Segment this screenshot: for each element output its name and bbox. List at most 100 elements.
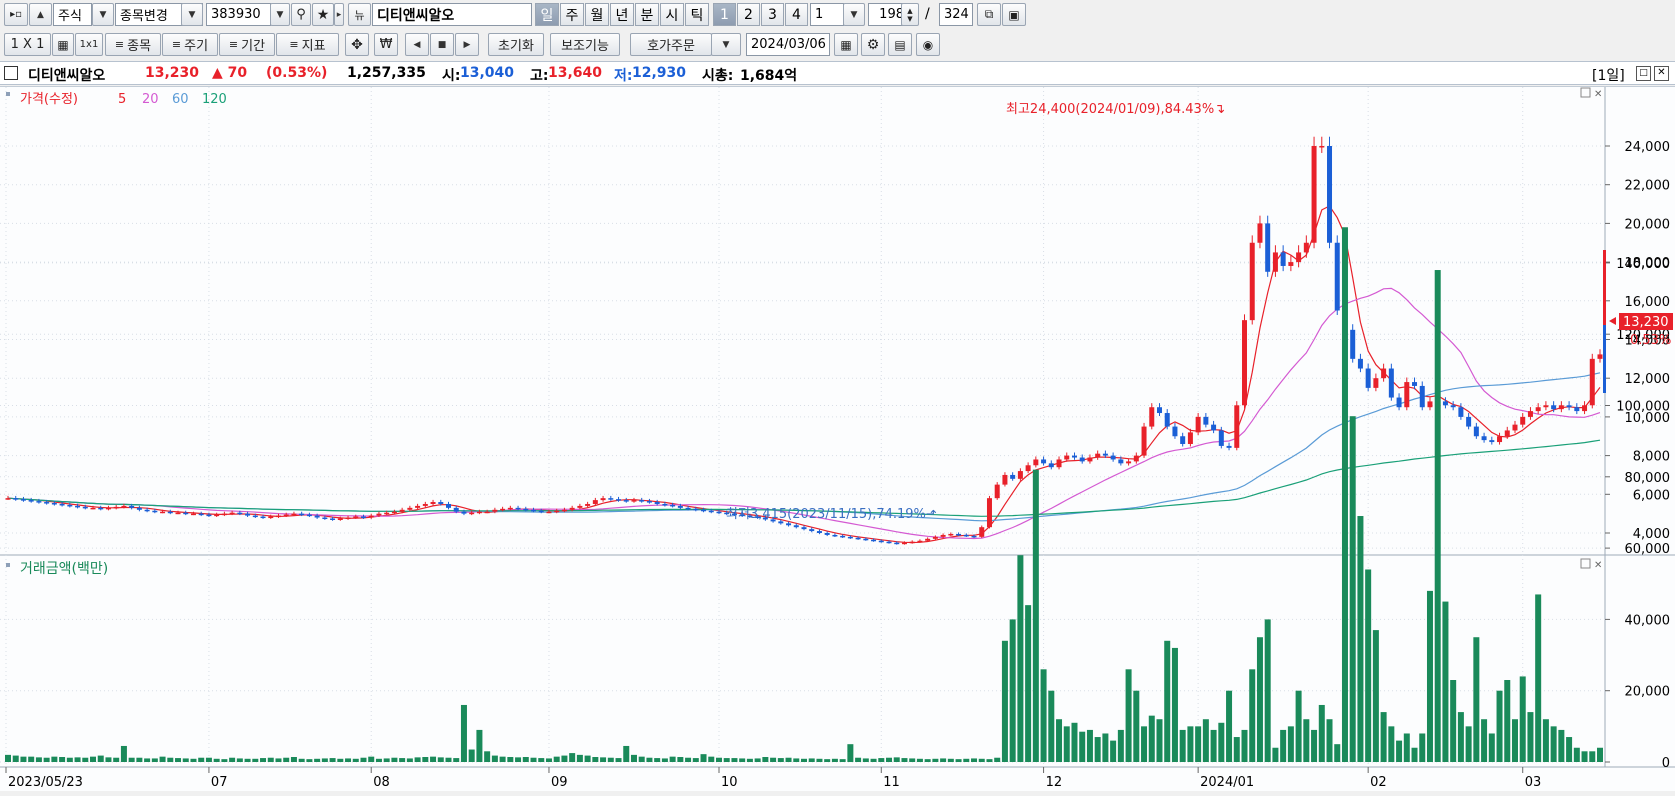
cycle-button[interactable]: ≡ 주기	[162, 33, 218, 56]
count-spinner[interactable]: ▲ ▼	[901, 3, 919, 26]
chart-area[interactable]: 4,000 6,000 8,000 10,000 12,000 14,000 16,000 1…	[0, 86, 1675, 791]
candle-body	[1558, 405, 1564, 410]
volume-bar	[762, 757, 769, 762]
stop-button[interactable]: ■	[430, 33, 454, 56]
candle-body	[1334, 242, 1340, 311]
candle-body	[430, 502, 436, 504]
unit-input[interactable]: 1	[810, 3, 844, 26]
volume-bar	[1040, 669, 1047, 762]
item-button[interactable]: ≡ 종목	[105, 33, 161, 56]
calendar-button[interactable]: ▦	[834, 33, 858, 56]
favorite-menu-button[interactable]: ▸	[334, 3, 344, 26]
date-input[interactable]: 2024/03/06	[746, 33, 830, 56]
unit-dropdown-button[interactable]: ▼	[843, 3, 865, 26]
tab-period-year[interactable]: 년	[610, 3, 634, 26]
volume-bar	[1326, 719, 1333, 762]
select-checkbox[interactable]	[4, 66, 18, 80]
tab-number-4[interactable]: 4	[785, 3, 808, 26]
candle-body	[59, 503, 65, 506]
close-icon[interactable]: ✕	[1654, 66, 1669, 81]
calendar-icon: ▦	[840, 37, 852, 52]
candle-body	[585, 503, 591, 506]
volume-bar	[468, 749, 475, 762]
indicator-button[interactable]: ≡ 지표	[276, 33, 339, 56]
pane-close-icon[interactable]: ✕	[1594, 89, 1602, 100]
tab-period-hour[interactable]: 시	[660, 3, 684, 26]
y-tick-label: 140,000	[1616, 257, 1670, 272]
stock-info-bar: 디티앤씨알오 13,230 ▲ 70 (0.53%) 1,257,335 시: …	[0, 61, 1675, 85]
volume-bar	[1164, 640, 1171, 762]
code-dropdown-button[interactable]: ▼	[270, 3, 290, 26]
volume-bar	[1566, 737, 1573, 762]
candle-body	[847, 536, 853, 539]
candle-body	[1226, 445, 1232, 448]
candle-body	[206, 514, 212, 517]
pane-maximize-icon[interactable]	[1580, 558, 1591, 569]
favorite-button[interactable]: ★	[312, 3, 334, 26]
price-pane-bg	[0, 87, 1605, 555]
candle-body	[546, 511, 552, 514]
order-dropdown-button[interactable]: ▼	[711, 33, 741, 56]
grid-layout-button[interactable]: ▦	[52, 33, 74, 56]
layout-button[interactable]: 1 X 1	[4, 33, 51, 56]
volume-bar	[59, 757, 66, 762]
candle-body	[1388, 368, 1394, 398]
maximize-icon[interactable]: □	[1636, 66, 1651, 81]
volume-bar	[476, 729, 483, 762]
volume-bar	[1280, 729, 1287, 762]
settings-button[interactable]: ⚙	[861, 33, 885, 56]
range-button[interactable]: ≡ 기간	[219, 33, 275, 56]
tab-period-minute[interactable]: 분	[635, 3, 659, 26]
chart-svg[interactable]: 4,0006,0008,00010,00012,00014,00016,0001…	[0, 87, 1675, 792]
panel-toggle-button[interactable]: ▸▫	[4, 3, 28, 26]
next-button[interactable]: ▶	[455, 33, 479, 56]
reset-button[interactable]: 초기화	[488, 33, 544, 56]
tab-number-2[interactable]: 2	[737, 3, 760, 26]
tab-period-day[interactable]: 일	[535, 3, 559, 26]
search-button[interactable]: ⚲	[291, 3, 311, 26]
candle-body	[1249, 242, 1255, 321]
volume-bar	[1380, 712, 1387, 762]
market-select[interactable]: 주식	[53, 3, 92, 26]
volume-bar	[1504, 680, 1511, 762]
save-button[interactable]: ▣	[1002, 3, 1026, 26]
tab-period-month[interactable]: 월	[585, 3, 609, 26]
pane-close-icon[interactable]: ✕	[1594, 560, 1602, 571]
candle-body	[314, 515, 320, 518]
move-button[interactable]: ✥	[345, 33, 369, 56]
candle-body	[245, 513, 251, 516]
candle-body	[291, 513, 297, 516]
candle-body	[1327, 146, 1333, 243]
range-button-label: 기간	[241, 39, 266, 54]
cycle-button-label: 주기	[184, 39, 209, 54]
aux-function-button[interactable]: 보조기능	[550, 33, 620, 56]
candle-body	[623, 500, 629, 502]
stock-code-input[interactable]: 383930	[206, 3, 271, 26]
currency-button[interactable]: ₩	[374, 33, 398, 56]
candle-body	[616, 499, 622, 501]
screenshot-button[interactable]: ◉	[916, 33, 940, 56]
scroll-up-button[interactable]: ▲	[29, 3, 52, 26]
candle-body	[1149, 407, 1155, 427]
candle-body	[1017, 471, 1023, 479]
info-open: 13,040	[460, 65, 515, 81]
chevron-down-icon: ▼	[722, 39, 730, 50]
news-button[interactable]: 뉴	[348, 3, 371, 26]
tab-period-tick[interactable]: 틱	[685, 3, 709, 26]
candle-body	[121, 505, 127, 508]
candle-body	[198, 513, 204, 516]
market-dropdown-button[interactable]: ▼	[92, 3, 114, 26]
single-layout-button[interactable]: 1x1	[75, 33, 103, 56]
tab-number-1[interactable]: 1	[713, 3, 736, 26]
prev-button[interactable]: ◀	[405, 33, 429, 56]
volume-bar	[213, 758, 220, 762]
calculator-button[interactable]: ▤	[888, 33, 912, 56]
new-window-button[interactable]: ⧉	[977, 3, 1001, 26]
tab-number-3[interactable]: 3	[761, 3, 784, 26]
tab-period-week[interactable]: 주	[560, 3, 584, 26]
x-tick-label: 09	[551, 775, 568, 790]
candle-body	[1211, 424, 1217, 431]
change-item-dropdown-button[interactable]: ▼	[181, 3, 203, 26]
order-button[interactable]: 호가주문	[630, 33, 712, 56]
volume-bar	[630, 754, 637, 762]
